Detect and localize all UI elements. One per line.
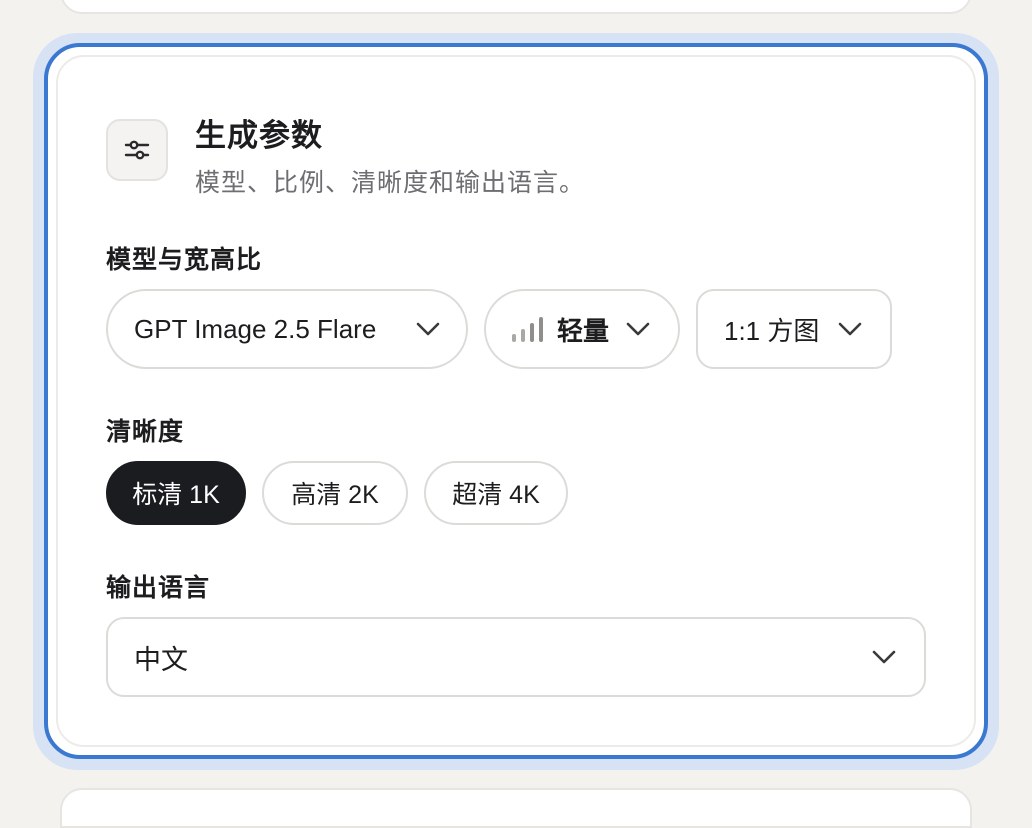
chevron-down-icon <box>838 322 862 336</box>
signal-bars-icon <box>512 316 543 342</box>
next-card <box>60 788 972 828</box>
output-language-value: 中文 <box>134 644 188 675</box>
chevron-down-icon <box>626 322 650 336</box>
sliders-icon <box>106 119 168 181</box>
model-ratio-label: 模型与宽高比 <box>106 246 263 274</box>
resolution-label: 清晰度 <box>106 418 185 446</box>
output-language-select[interactable]: 中文 <box>106 617 926 697</box>
model-select-value: GPT Image 2.5 Flare <box>134 313 377 344</box>
aspect-ratio-value: 1:1 方图 <box>724 315 820 346</box>
chevron-down-icon <box>872 650 896 664</box>
aspect-ratio-select[interactable]: 1:1 方图 <box>696 289 892 369</box>
resolution-option-2k[interactable]: 高清 2K <box>262 461 408 525</box>
card-subtitle: 模型、比例、清晰度和输出语言。 <box>195 169 586 197</box>
model-select[interactable]: GPT Image 2.5 Flare <box>106 289 468 369</box>
resolution-option-1k[interactable]: 标清 1K <box>106 461 246 525</box>
chevron-down-icon <box>416 322 440 336</box>
previous-card <box>60 0 972 14</box>
resolution-option-4k[interactable]: 超清 4K <box>424 461 568 525</box>
speed-select[interactable]: 轻量 <box>484 289 680 369</box>
output-language-label: 输出语言 <box>106 574 211 602</box>
speed-select-value: 轻量 <box>557 315 610 346</box>
card-title: 生成参数 <box>195 118 323 153</box>
